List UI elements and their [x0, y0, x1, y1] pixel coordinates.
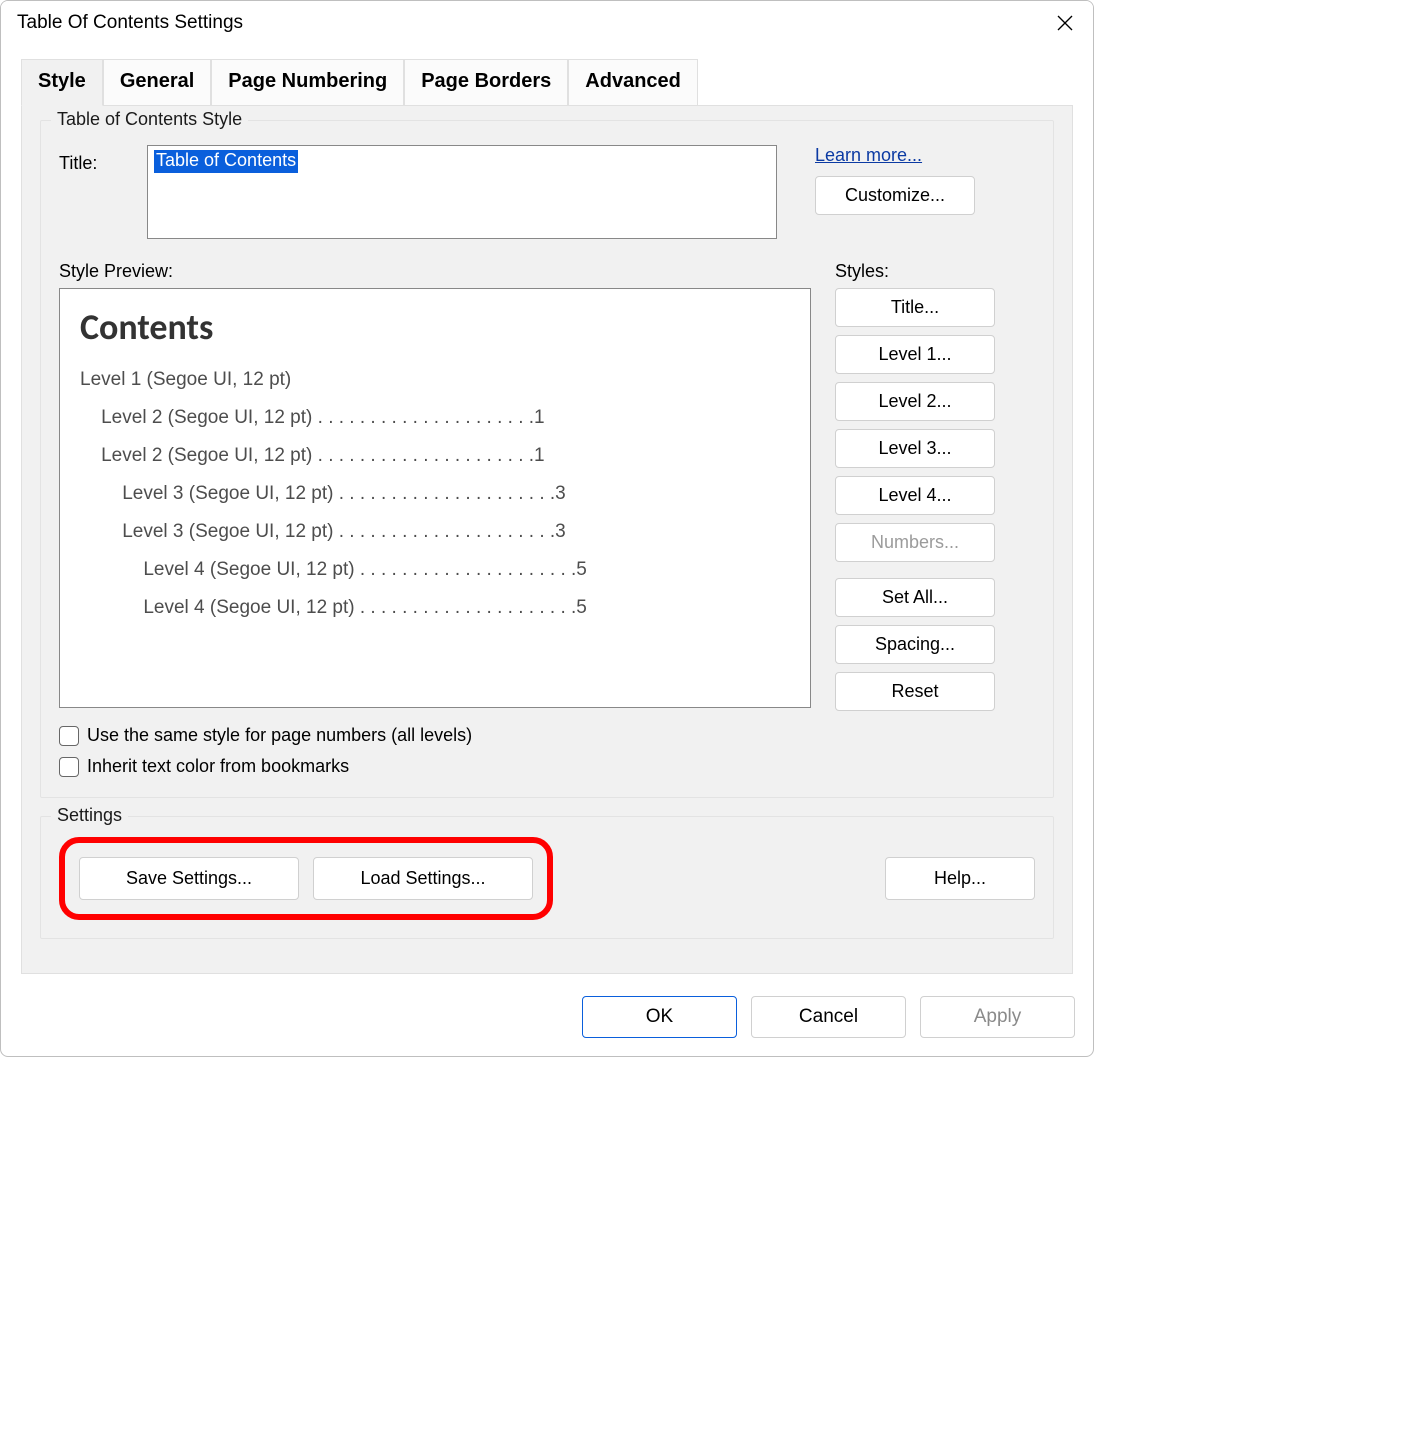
preview-heading: Contents	[80, 305, 790, 349]
styles-label: Styles:	[835, 261, 995, 282]
style-group: Table of Contents Style Title: Table of …	[40, 120, 1054, 798]
style-level4-button[interactable]: Level 4...	[835, 476, 995, 515]
settings-group: Settings Save Settings... Load Settings.…	[40, 816, 1054, 939]
preview-section: Style Preview: Contents Level 1 (Segoe U…	[59, 261, 1035, 711]
dialog-footer: OK Cancel Apply	[1, 974, 1093, 1056]
help-button[interactable]: Help...	[885, 857, 1035, 900]
same-page-numbers-checkbox[interactable]	[59, 726, 79, 746]
style-group-legend: Table of Contents Style	[51, 109, 248, 130]
ok-button[interactable]: OK	[582, 996, 737, 1038]
tab-advanced[interactable]: Advanced	[568, 59, 698, 106]
inherit-color-checkbox[interactable]	[59, 757, 79, 777]
style-title-button[interactable]: Title...	[835, 288, 995, 327]
style-level2-button[interactable]: Level 2...	[835, 382, 995, 421]
same-page-numbers-row[interactable]: Use the same style for page numbers (all…	[59, 725, 1035, 746]
settings-row: Save Settings... Load Settings... Help..…	[59, 837, 1035, 920]
save-settings-button[interactable]: Save Settings...	[79, 857, 299, 900]
style-level1-button[interactable]: Level 1...	[835, 335, 995, 374]
tab-general[interactable]: General	[103, 59, 211, 106]
dialog-window: Table Of Contents Settings Style General…	[0, 0, 1094, 1057]
spacing-button[interactable]: Spacing...	[835, 625, 995, 664]
titlebar: Table Of Contents Settings	[1, 1, 1093, 43]
customize-button[interactable]: Customize...	[815, 176, 975, 215]
preview-line: Level 2 (Segoe UI, 12 pt) . . . . . . . …	[80, 437, 790, 475]
help-wrap: Help...	[885, 857, 1035, 900]
same-page-numbers-label: Use the same style for page numbers (all…	[87, 725, 472, 746]
preview-line: Level 1 (Segoe UI, 12 pt)	[80, 361, 790, 399]
load-settings-button[interactable]: Load Settings...	[313, 857, 533, 900]
style-level3-button[interactable]: Level 3...	[835, 429, 995, 468]
cancel-button[interactable]: Cancel	[751, 996, 906, 1038]
title-side-col: Learn more... Customize...	[815, 145, 975, 215]
title-input[interactable]: Table of Contents	[147, 145, 777, 239]
close-button[interactable]	[1049, 7, 1081, 39]
tab-page-numbering[interactable]: Page Numbering	[211, 59, 404, 106]
set-all-button[interactable]: Set All...	[835, 578, 995, 617]
tab-style[interactable]: Style	[21, 59, 103, 106]
preview-left: Style Preview: Contents Level 1 (Segoe U…	[59, 261, 811, 711]
settings-legend: Settings	[51, 805, 128, 826]
highlight-annotation: Save Settings... Load Settings...	[59, 837, 553, 920]
inherit-color-label: Inherit text color from bookmarks	[87, 756, 349, 777]
tab-content: Table of Contents Style Title: Table of …	[21, 105, 1073, 974]
styles-col: Styles: Title... Level 1... Level 2... L…	[835, 261, 995, 711]
apply-button[interactable]: Apply	[920, 996, 1075, 1038]
dialog-title: Table Of Contents Settings	[17, 12, 243, 34]
preview-label: Style Preview:	[59, 261, 811, 282]
reset-button[interactable]: Reset	[835, 672, 995, 711]
preview-line: Level 2 (Segoe UI, 12 pt) . . . . . . . …	[80, 399, 790, 437]
preview-line: Level 3 (Segoe UI, 12 pt) . . . . . . . …	[80, 513, 790, 551]
preview-line: Level 3 (Segoe UI, 12 pt) . . . . . . . …	[80, 475, 790, 513]
style-numbers-button[interactable]: Numbers...	[835, 523, 995, 562]
preview-line: Level 4 (Segoe UI, 12 pt) . . . . . . . …	[80, 551, 790, 589]
title-input-value: Table of Contents	[154, 150, 298, 173]
close-icon	[1057, 15, 1073, 31]
tab-page-borders[interactable]: Page Borders	[404, 59, 568, 106]
learn-more-link[interactable]: Learn more...	[815, 145, 975, 166]
style-preview-box: Contents Level 1 (Segoe UI, 12 pt) Level…	[59, 288, 811, 708]
tab-strip: Style General Page Numbering Page Border…	[1, 43, 1093, 106]
styles-buttons: Title... Level 1... Level 2... Level 3..…	[835, 288, 995, 711]
preview-line: Level 4 (Segoe UI, 12 pt) . . . . . . . …	[80, 589, 790, 627]
inherit-color-row[interactable]: Inherit text color from bookmarks	[59, 756, 1035, 777]
title-row: Title: Table of Contents Learn more... C…	[59, 145, 1035, 239]
title-label: Title:	[59, 145, 133, 174]
